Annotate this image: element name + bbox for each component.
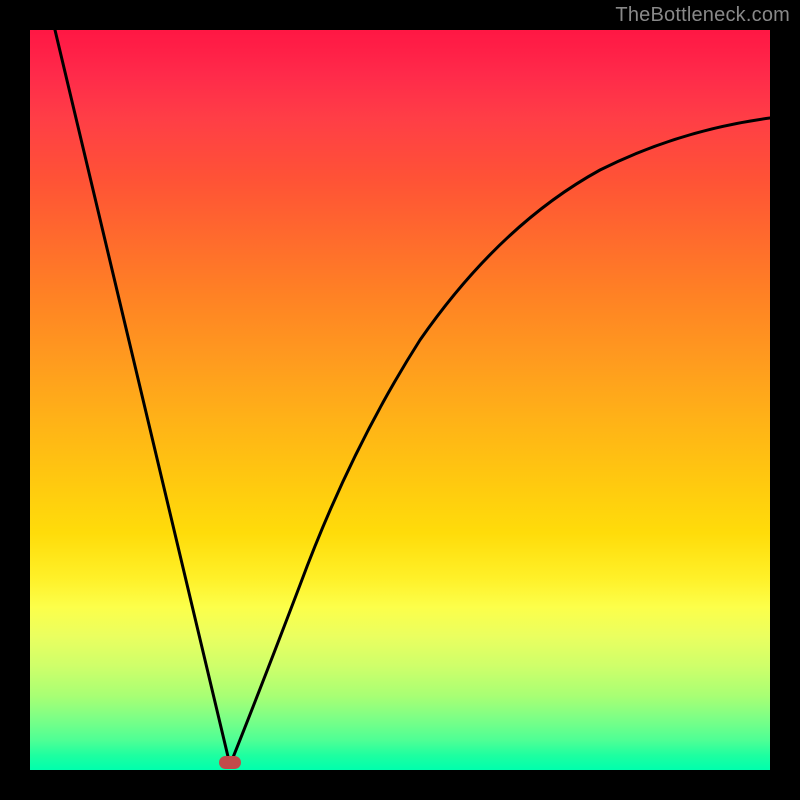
watermark-text: TheBottleneck.com xyxy=(615,4,790,27)
bottleneck-curve xyxy=(30,30,770,770)
minimum-marker xyxy=(219,756,241,769)
curve-left xyxy=(55,30,230,765)
chart-frame: TheBottleneck.com xyxy=(0,0,800,800)
plot-area xyxy=(30,30,770,770)
curve-right xyxy=(230,118,770,765)
